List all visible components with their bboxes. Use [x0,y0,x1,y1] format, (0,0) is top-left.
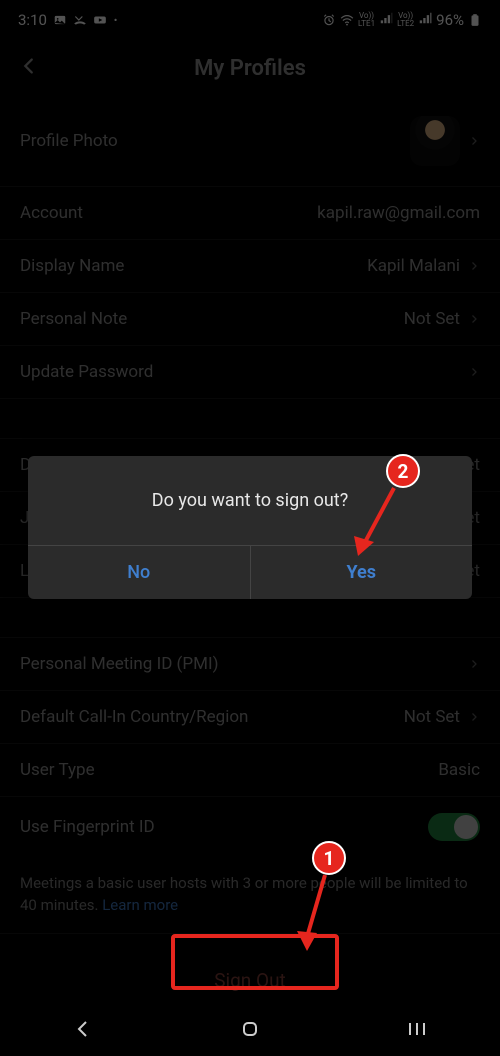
dialog-no-button[interactable]: No [28,546,250,599]
nav-back-button[interactable] [71,1017,95,1045]
nav-home-button[interactable] [238,1017,262,1045]
dialog-message: Do you want to sign out? [28,456,472,545]
dialog-yes-button[interactable]: Yes [250,546,473,599]
signout-dialog: Do you want to sign out? No Yes [28,456,472,599]
system-navbar [0,1006,500,1056]
nav-recent-button[interactable] [405,1017,429,1045]
